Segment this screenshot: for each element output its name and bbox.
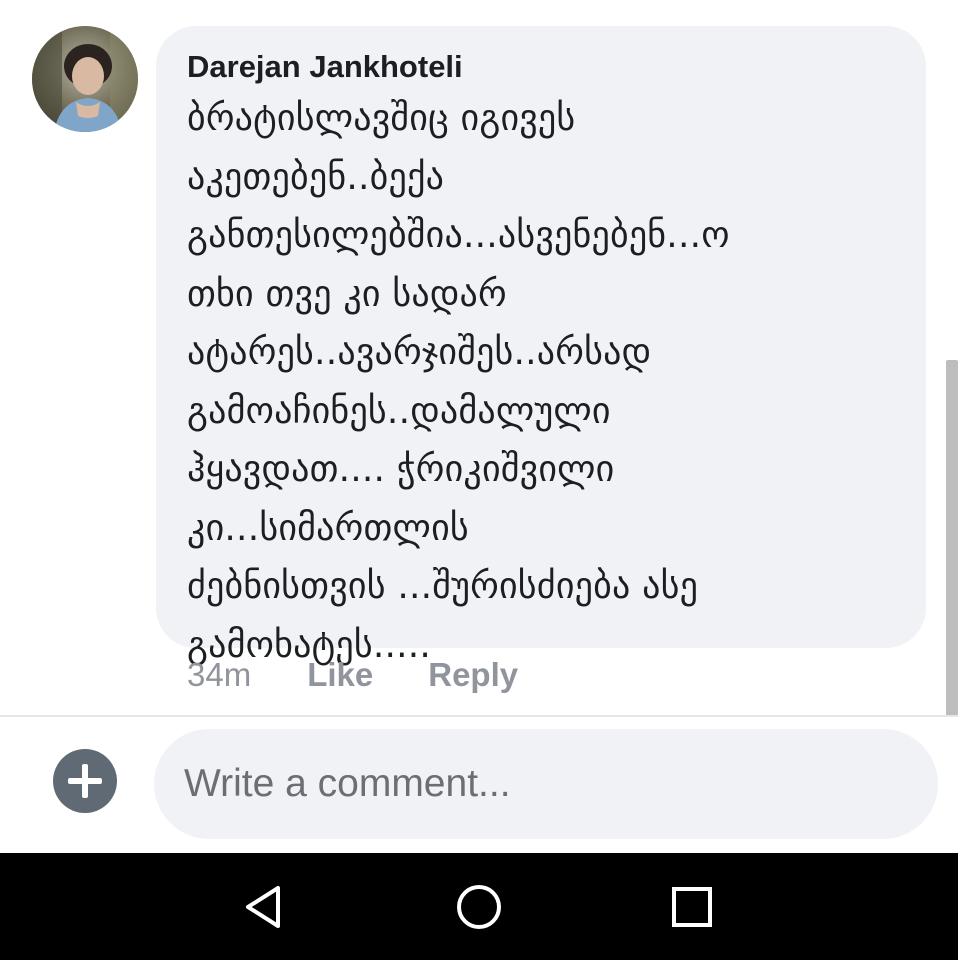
comment-timestamp: 34m bbox=[187, 656, 252, 693]
comment-thread-screen: Darejan Jankhoteli ბრატისლავშიც იგივეს ა… bbox=[0, 0, 958, 960]
reply-button[interactable]: Reply bbox=[428, 656, 518, 694]
like-button[interactable]: Like bbox=[307, 656, 373, 694]
comment-actions: 34m Like Reply bbox=[187, 652, 518, 698]
add-attachment-button[interactable] bbox=[53, 749, 117, 813]
back-triangle-icon bbox=[246, 885, 280, 928]
nav-home-button[interactable] bbox=[419, 853, 539, 960]
scrollbar-thumb[interactable] bbox=[946, 360, 958, 716]
comment-author-name[interactable]: Darejan Jankhoteli bbox=[187, 48, 463, 86]
plus-icon bbox=[68, 764, 102, 798]
comment-body-text: ბრატისლავშიც იგივეს აკეთებენ..ბექა განთე… bbox=[187, 98, 730, 666]
system-navigation-bar bbox=[0, 853, 958, 960]
nav-recents-button[interactable] bbox=[632, 853, 752, 960]
comment-input[interactable] bbox=[154, 729, 938, 839]
nav-back-button[interactable] bbox=[205, 853, 325, 960]
composer-divider bbox=[0, 715, 958, 717]
user-avatar-icon bbox=[32, 26, 138, 132]
recents-square-icon bbox=[672, 886, 712, 927]
home-circle-icon bbox=[457, 884, 501, 929]
author-avatar[interactable] bbox=[32, 26, 138, 132]
comment-bubble: Darejan Jankhoteli ბრატისლავშიც იგივეს ა… bbox=[156, 26, 926, 666]
